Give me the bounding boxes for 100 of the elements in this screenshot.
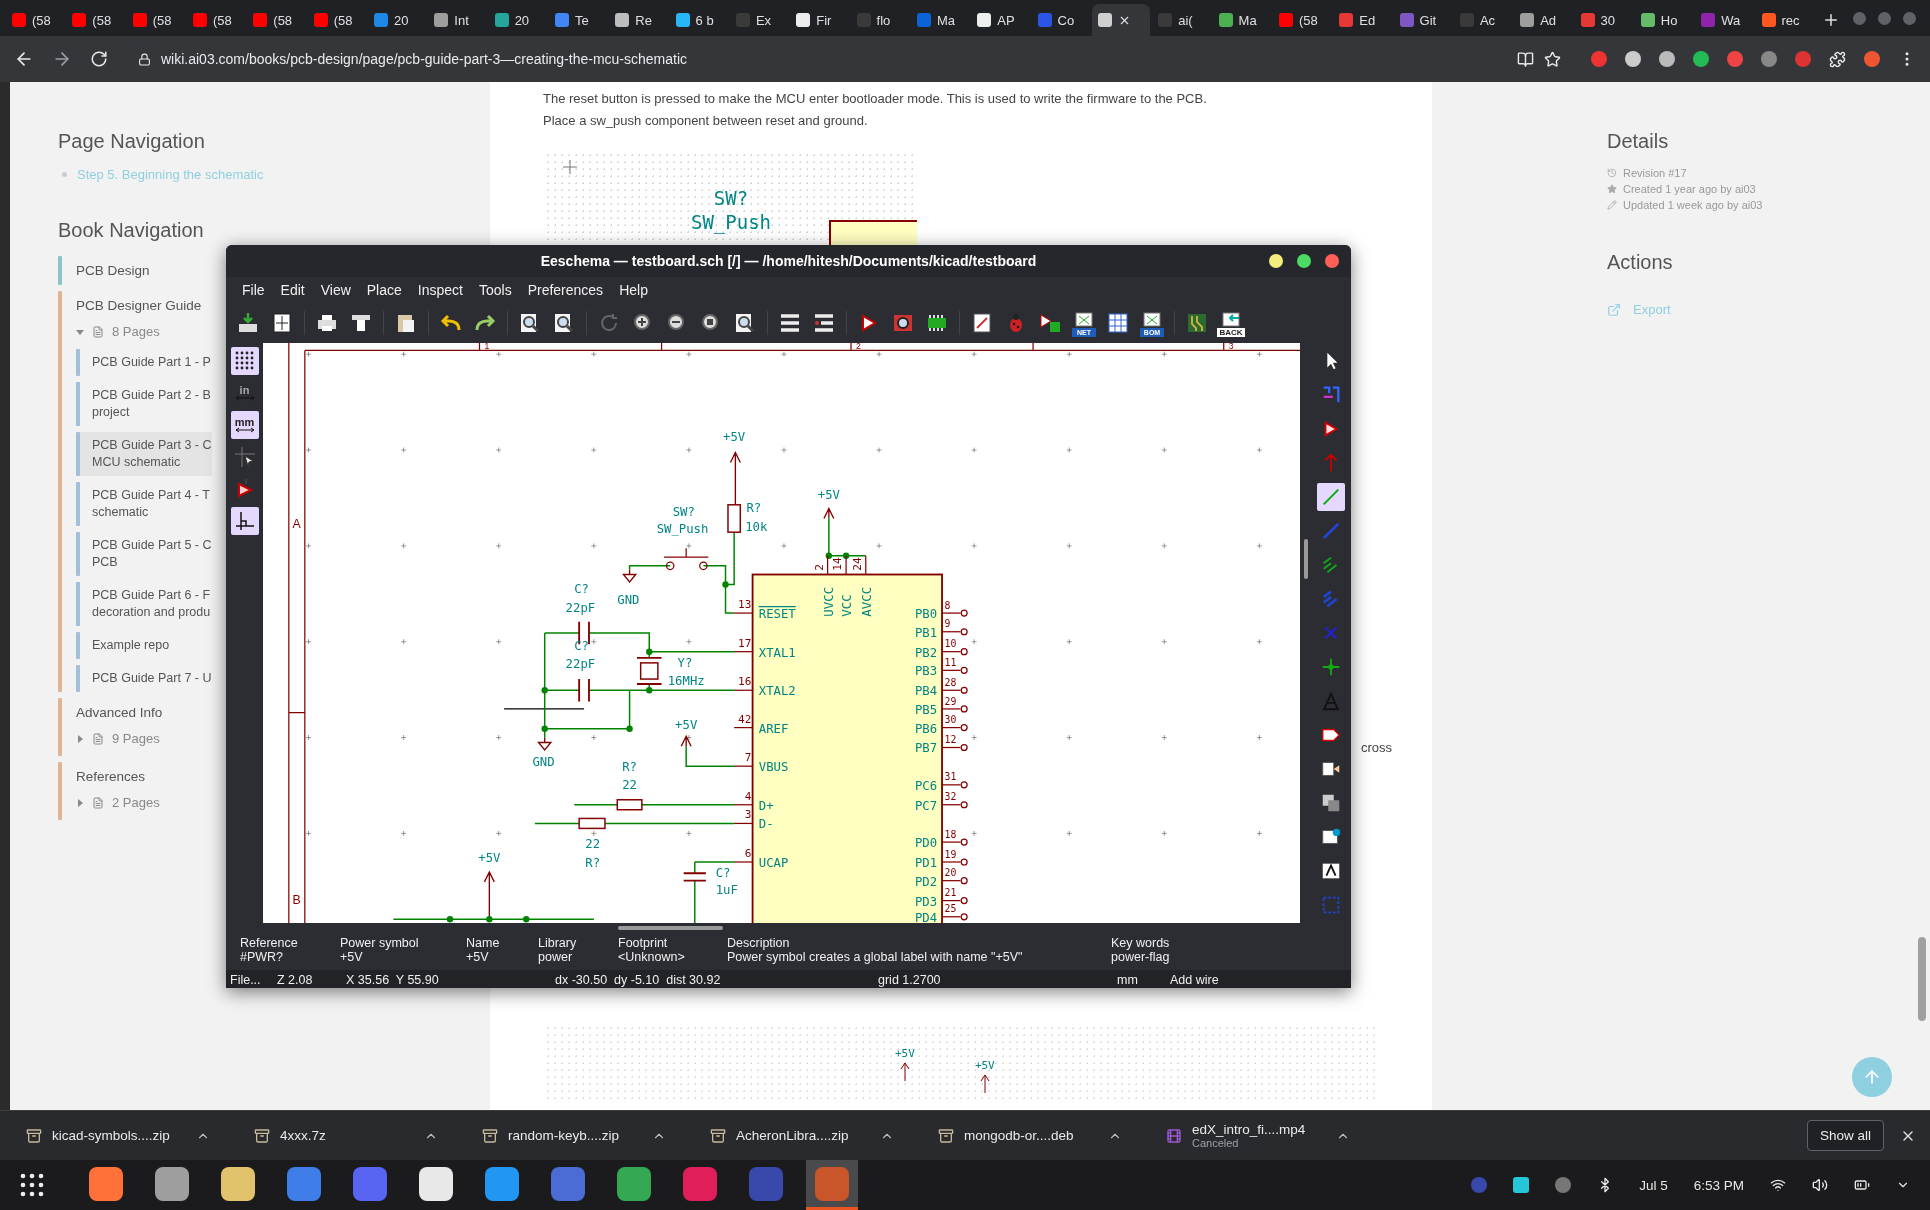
pin-number: 42: [738, 712, 752, 726]
tab-title: Ac: [1479, 12, 1496, 28]
pin-number: 30: [944, 714, 957, 726]
download-item[interactable]: random-keyb....zip: [482, 1127, 710, 1144]
pin-number: 21: [944, 887, 957, 899]
page-link[interactable]: Example repo: [80, 632, 170, 659]
browser-tab[interactable]: Ad: [1514, 4, 1573, 36]
page-link[interactable]: PCB Guide Part 1 - P: [80, 349, 211, 376]
property-label: Name: [466, 936, 501, 950]
page-link[interactable]: PCB Guide Part 7 - U: [80, 665, 212, 692]
download-item[interactable]: kicad-symbols....zip: [26, 1127, 254, 1144]
pin-name: PD1: [914, 855, 938, 870]
browser-tab[interactable]: 30: [1574, 4, 1633, 36]
browser-tab[interactable]: (58: [126, 4, 185, 36]
browser-tab[interactable]: (58: [66, 4, 125, 36]
tab-title: 6 b: [695, 12, 714, 28]
browser-tab[interactable]: Te: [548, 4, 608, 36]
schematic-label: GND: [532, 755, 555, 770]
page-link[interactable]: PCB Guide Part 4 - T schematic: [80, 482, 210, 526]
detail-text: Created 1 year ago by ai03: [1623, 183, 1756, 195]
browser-tab[interactable]: rec: [1755, 4, 1814, 36]
tab-title: (58: [213, 12, 232, 28]
menu-item[interactable]: Help: [611, 280, 656, 300]
browser-tab[interactable]: Co: [1031, 4, 1090, 36]
download-item[interactable]: AcheronLibra....zip: [710, 1127, 938, 1144]
menu-item[interactable]: File: [234, 280, 273, 300]
pin-name: AREF: [758, 721, 789, 736]
download-item[interactable]: mongodb-or....deb: [938, 1127, 1166, 1144]
show-all-button[interactable]: Show all: [1806, 1120, 1884, 1151]
browser-tab[interactable]: Fir: [790, 4, 849, 36]
browser-tab[interactable]: 20: [367, 4, 427, 36]
property-label: Library: [538, 936, 578, 950]
property-label: Description: [727, 936, 791, 950]
page-link[interactable]: PCB Guide Part 5 - C PCB: [80, 532, 212, 576]
pin-name: PB4: [914, 684, 938, 699]
menu-item[interactable]: View: [312, 280, 359, 300]
schematic-label: C?: [574, 639, 590, 654]
sheet-row-label: A: [292, 517, 301, 532]
browser-tab[interactable]: Ed: [1333, 4, 1392, 36]
browser-tab[interactable]: 20: [488, 4, 547, 36]
file-name: AcheronLibra....zip: [736, 1128, 850, 1143]
page-link[interactable]: PCB Guide Part 2 - B project: [80, 382, 211, 426]
back-annotate-button[interactable]: BACK: [1217, 309, 1245, 337]
browser-tab[interactable]: (58: [307, 4, 366, 36]
browser-tab[interactable]: (58: [6, 4, 65, 36]
pin-name: UVCC: [821, 586, 836, 617]
browser-tab[interactable]: Ma: [1212, 4, 1271, 36]
page-link[interactable]: PCB Guide Part 6 - F decoration and produ: [80, 582, 211, 626]
pin-name: UCAP: [758, 855, 789, 870]
book-link[interactable]: PCB Design: [62, 256, 150, 285]
menu-item[interactable]: Tools: [470, 280, 520, 300]
browser-tab[interactable]: Wa: [1695, 4, 1754, 36]
property-value: #PWR?: [240, 950, 285, 964]
browser-tab[interactable]: ai(: [1152, 4, 1211, 36]
browser-tab[interactable]: 6 b: [669, 4, 728, 36]
unit-button[interactable]: mm: [230, 411, 259, 439]
menu-item[interactable]: Inspect: [409, 280, 471, 300]
browser-tab[interactable]: (58: [187, 4, 246, 36]
pin-name: PD3: [914, 894, 938, 909]
sheet-column-label: 3: [1228, 343, 1234, 352]
tab-title: 20: [514, 12, 530, 28]
browser-tab[interactable]: Int: [428, 4, 487, 36]
chapter-link[interactable]: Advanced Info: [62, 698, 163, 727]
browser-tab[interactable]: flo: [850, 4, 909, 36]
pin-number: 17: [738, 636, 752, 650]
browser-tab[interactable]: AP: [971, 4, 1030, 36]
chapter-link[interactable]: PCB Designer Guide: [62, 291, 202, 320]
download-item[interactable]: edX_intro_fi....mp4 Canceled: [1166, 1122, 1394, 1149]
browser-tab[interactable]: Git: [1393, 4, 1452, 36]
browser-tab[interactable]: Ma: [910, 4, 970, 36]
pin-name: RESET: [758, 607, 796, 622]
pin-number: 4: [744, 789, 752, 803]
menu-item[interactable]: Edit: [272, 280, 313, 300]
browser-tab[interactable]: Ac: [1453, 4, 1513, 36]
pin-name: D-: [758, 817, 774, 832]
unit-button[interactable]: in: [230, 379, 259, 407]
pin-number: 3: [744, 808, 752, 822]
pin-number: 9: [944, 618, 951, 630]
pin-number: 32: [944, 791, 957, 803]
property-value: power-flag: [1111, 950, 1171, 964]
browser-tab[interactable]: Ho: [1634, 4, 1694, 36]
pin-number: 16: [738, 675, 752, 689]
time-text: 6:53 PM: [1693, 1177, 1744, 1193]
pin-number: 6: [744, 847, 752, 861]
browser-tab[interactable]: (58: [1272, 4, 1332, 36]
browser-tab[interactable]: Re: [609, 4, 668, 36]
download-item[interactable]: 4xxx.7z: [254, 1127, 482, 1144]
schematic-label: 1uF: [715, 883, 738, 898]
menu-item[interactable]: Place: [358, 280, 410, 300]
file-name: random-keyb....zip: [508, 1128, 621, 1143]
browser-tab[interactable]: Ex: [729, 4, 789, 36]
chapter-link[interactable]: References: [62, 762, 146, 791]
pin-name: PB2: [914, 645, 938, 660]
browser-tab[interactable]: (58: [247, 4, 306, 36]
pin-number: 20: [944, 867, 957, 879]
pin-name: PD4: [914, 910, 938, 923]
schematic-label: 10k: [745, 519, 768, 534]
menu-item[interactable]: Preferences: [519, 280, 612, 300]
page-link[interactable]: PCB Guide Part 3 - C MCU schematic: [80, 432, 212, 476]
paragraph-fragment: cross: [1360, 740, 1392, 755]
